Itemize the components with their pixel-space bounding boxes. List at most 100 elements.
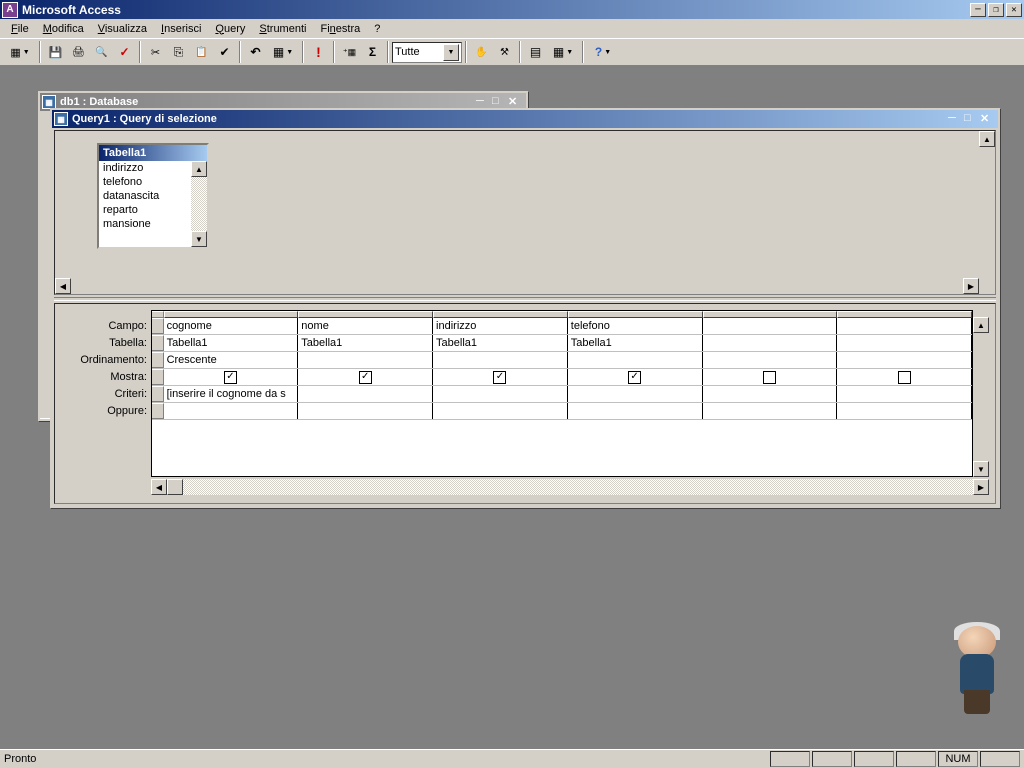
- show-table-button[interactable]: [338, 41, 361, 63]
- grid-cell[interactable]: Tabella1: [298, 335, 433, 351]
- scroll-track[interactable]: [71, 278, 963, 294]
- column-header[interactable]: [298, 311, 433, 318]
- undo-button[interactable]: [244, 41, 267, 63]
- grid-cell[interactable]: indirizzo: [433, 318, 568, 334]
- table-box-title[interactable]: Tabella1: [99, 145, 207, 161]
- show-checkbox[interactable]: ✓: [224, 371, 237, 384]
- table-fieldlist-tabella1[interactable]: Tabella1 indirizzotelefonodatanascitarep…: [97, 143, 209, 249]
- grid-cell[interactable]: [433, 403, 568, 419]
- paste-button[interactable]: [190, 41, 213, 63]
- row-selector[interactable]: [152, 318, 164, 334]
- grid-hscrollbar[interactable]: ◀ ▶: [151, 479, 989, 495]
- row-selector[interactable]: [152, 386, 164, 402]
- grid-cell[interactable]: ✓: [164, 369, 299, 385]
- query1-maximize-button[interactable]: □: [964, 112, 980, 126]
- grid-cell[interactable]: ✓: [568, 369, 703, 385]
- format-painter-button[interactable]: [213, 41, 236, 63]
- scroll-left-icon[interactable]: ◀: [151, 479, 167, 495]
- scroll-track[interactable]: [191, 177, 207, 231]
- scroll-up-icon[interactable]: ▲: [979, 131, 995, 147]
- column-header[interactable]: [837, 311, 972, 318]
- grid-cell[interactable]: [164, 403, 299, 419]
- office-assistant[interactable]: [942, 621, 1012, 721]
- chevron-down-icon[interactable]: ▼: [443, 44, 459, 61]
- row-selector[interactable]: [152, 335, 164, 351]
- grid-cell[interactable]: [568, 386, 703, 402]
- scroll-down-icon[interactable]: ▼: [191, 231, 207, 247]
- query1-window[interactable]: ▦ Query1 : Query di selezione ─ □ ✕ Tabe…: [50, 108, 1000, 508]
- row-selector[interactable]: [152, 403, 164, 419]
- grid-cell[interactable]: ✓: [433, 369, 568, 385]
- grid-cell[interactable]: [inserire il cognome da s: [164, 386, 299, 402]
- query-type-button[interactable]: ▼: [267, 41, 299, 63]
- print-preview-button[interactable]: [90, 41, 113, 63]
- design-grid[interactable]: cognomenomeindirizzotelefonoTabella1Tabe…: [151, 310, 973, 477]
- column-header[interactable]: [433, 311, 568, 318]
- grid-cell[interactable]: cognome: [164, 318, 299, 334]
- query1-titlebar[interactable]: ▦ Query1 : Query di selezione ─ □ ✕: [52, 110, 998, 128]
- grid-cell[interactable]: [837, 369, 972, 385]
- save-button[interactable]: [44, 41, 67, 63]
- new-object-button[interactable]: ▼: [547, 41, 579, 63]
- grid-cell[interactable]: [837, 335, 972, 351]
- table-diagram-pane[interactable]: Tabella1 indirizzotelefonodatanascitarep…: [54, 130, 996, 295]
- grid-cell[interactable]: [837, 352, 972, 368]
- show-checkbox[interactable]: ✓: [493, 371, 506, 384]
- column-header[interactable]: [568, 311, 703, 318]
- show-checkbox[interactable]: ✓: [628, 371, 641, 384]
- database-window-button[interactable]: [524, 41, 547, 63]
- grid-cell[interactable]: [298, 386, 433, 402]
- run-button[interactable]: [307, 41, 330, 63]
- grid-cell[interactable]: [568, 352, 703, 368]
- scroll-right-icon[interactable]: ▶: [973, 479, 989, 495]
- view-button[interactable]: ▦▼: [4, 41, 36, 63]
- grid-cell[interactable]: telefono: [568, 318, 703, 334]
- pane-hscrollbar[interactable]: ◀ ▶: [55, 278, 995, 294]
- query1-close-button[interactable]: ✕: [980, 112, 996, 126]
- top-values-combo[interactable]: Tutte ▼: [392, 42, 462, 63]
- row-selector[interactable]: [152, 352, 164, 368]
- menu-finestra[interactable]: Finestra: [313, 22, 367, 36]
- grid-cell[interactable]: [703, 369, 838, 385]
- grid-cell[interactable]: [837, 403, 972, 419]
- pane-vscrollbar[interactable]: ▲: [979, 131, 995, 278]
- scroll-track[interactable]: [183, 479, 973, 495]
- menu-query[interactable]: Query: [208, 22, 252, 36]
- close-button[interactable]: ✕: [1006, 3, 1022, 17]
- menu-strumenti[interactable]: Strumenti: [252, 22, 313, 36]
- grid-cell[interactable]: [703, 318, 838, 334]
- spellcheck-button[interactable]: [113, 41, 136, 63]
- menu-file[interactable]: File: [4, 22, 36, 36]
- field-list[interactable]: indirizzotelefonodatanascitarepartomansi…: [99, 161, 207, 247]
- grid-cell[interactable]: [703, 352, 838, 368]
- show-checkbox[interactable]: [898, 371, 911, 384]
- scroll-up-icon[interactable]: ▲: [191, 161, 207, 177]
- grid-cell[interactable]: [703, 386, 838, 402]
- row-selector[interactable]: [152, 369, 164, 385]
- grid-cell[interactable]: [837, 386, 972, 402]
- column-header[interactable]: [703, 311, 838, 318]
- totals-button[interactable]: [361, 41, 384, 63]
- minimize-button[interactable]: ─: [970, 3, 986, 17]
- grid-cell[interactable]: Tabella1: [164, 335, 299, 351]
- menu-help[interactable]: ?: [367, 22, 387, 36]
- scroll-left-icon[interactable]: ◀: [55, 278, 71, 294]
- grid-vscrollbar[interactable]: ▲ ▼: [973, 310, 989, 477]
- db1-maximize-button[interactable]: □: [492, 95, 508, 109]
- grid-cell[interactable]: [837, 318, 972, 334]
- show-checkbox[interactable]: [763, 371, 776, 384]
- menu-modifica[interactable]: Modifica: [36, 22, 91, 36]
- cut-button[interactable]: [144, 41, 167, 63]
- column-header[interactable]: [164, 311, 299, 318]
- restore-button[interactable]: ❐: [988, 3, 1004, 17]
- grid-cell[interactable]: ✓: [298, 369, 433, 385]
- grid-cell[interactable]: [298, 352, 433, 368]
- properties-button[interactable]: [470, 41, 493, 63]
- grid-cell[interactable]: Crescente: [164, 352, 299, 368]
- db1-close-button[interactable]: ✕: [508, 95, 524, 109]
- field-list-scrollbar[interactable]: ▲ ▼: [191, 161, 207, 247]
- grid-cell[interactable]: [568, 403, 703, 419]
- help-button[interactable]: ▼: [587, 41, 619, 63]
- grid-cell[interactable]: [703, 403, 838, 419]
- grid-cell[interactable]: Tabella1: [568, 335, 703, 351]
